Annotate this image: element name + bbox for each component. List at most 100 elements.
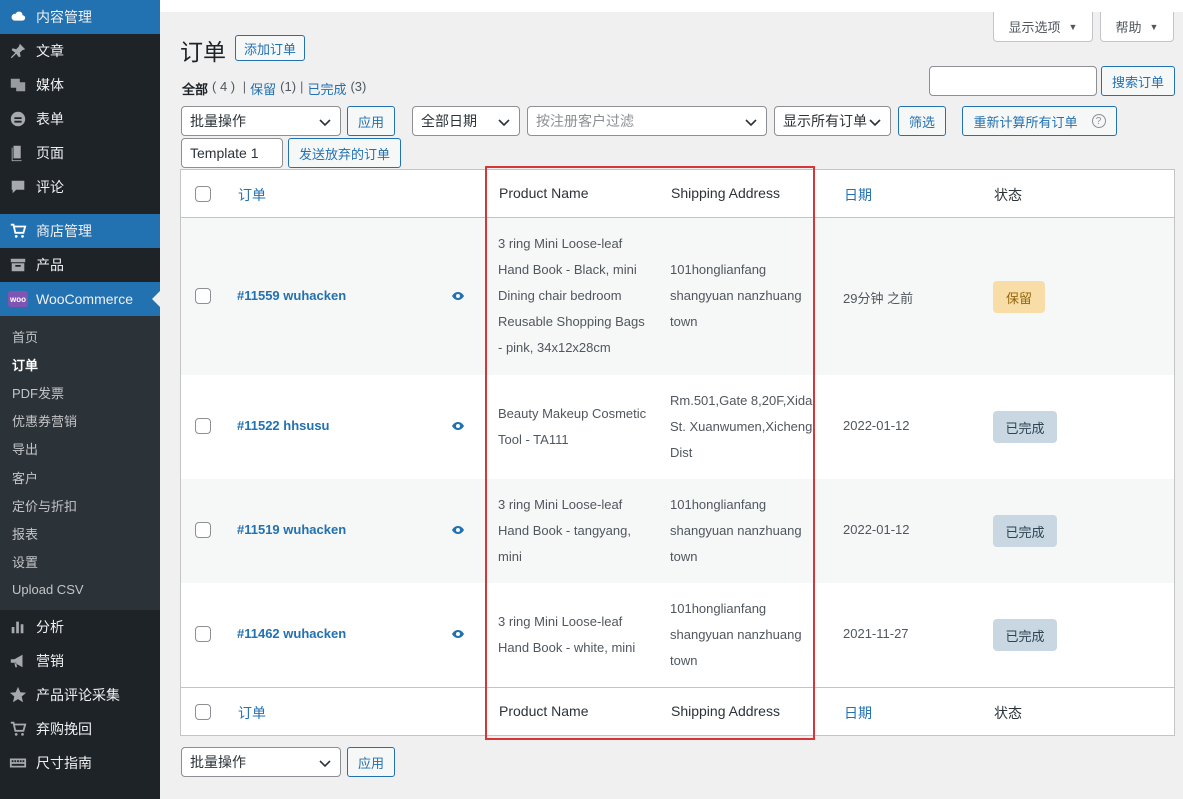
send-abandoned-orders-button[interactable]: 发送放弃的订单 — [288, 138, 401, 168]
product-names: 3 ring Mini Loose-leaf Hand Book - Black… — [498, 236, 645, 355]
row-checkbox[interactable] — [195, 418, 211, 434]
submenu-item-upload-csv[interactable]: Upload CSV — [0, 576, 160, 604]
filter-completed[interactable]: 已完成 — [307, 79, 346, 98]
sidebar-item-pages[interactable]: 页面 — [0, 136, 160, 170]
page-title: 订单 — [180, 39, 226, 65]
archive-icon — [8, 255, 28, 275]
sidebar-item-label: 弃购挽回 — [36, 720, 92, 737]
sidebar-item-reviews[interactable]: 产品评论采集 — [0, 678, 160, 712]
sidebar-item-marketing[interactable]: 营销 — [0, 644, 160, 678]
filter-on-hold-count: (1) — [280, 79, 297, 94]
date-filter-select[interactable]: 全部日期 — [412, 106, 520, 136]
shipping-address: 101honglianfang shangyuan nanzhuang town — [670, 262, 802, 329]
add-order-button[interactable]: 添加订单 — [235, 35, 305, 61]
row-checkbox[interactable] — [195, 288, 211, 304]
submenu-item-home[interactable]: 首页 — [0, 322, 160, 350]
submenu-item-reports[interactable]: 报表 — [0, 519, 160, 547]
table-footer: 订单 Product Name Shipping Address 日期 状态 — [181, 687, 1174, 735]
submenu-item-export[interactable]: 导出 — [0, 435, 160, 463]
order-link[interactable]: #11559 wuhacken — [237, 288, 346, 303]
sidebar-item-posts[interactable]: 文章 — [0, 34, 160, 68]
media-icon — [8, 75, 28, 95]
top-strip — [160, 0, 1183, 12]
table-row[interactable]: #11519 wuhacken 3 ring Mini Loose-leaf H… — [181, 479, 1174, 583]
customer-filter-select[interactable]: 按注册客户过滤 — [527, 106, 767, 136]
filter-all-count: ( 4 ) — [212, 79, 236, 94]
sidebar-item-analytics[interactable]: 分析 — [0, 610, 160, 644]
select-all-checkbox[interactable] — [195, 186, 211, 202]
bulk-actions-select[interactable]: 批量操作 — [181, 106, 341, 136]
admin-sidebar: 内容管理 文章 媒体 表单 页面 评论 商店管理 产品 woo WooComme… — [0, 0, 160, 799]
sidebar-item-comments[interactable]: 评论 — [0, 170, 160, 204]
sidebar-item-abandoned-cart[interactable]: 弃购挽回 — [0, 712, 160, 746]
chevron-down-icon — [868, 115, 882, 129]
bulk-actions-select-bottom[interactable]: 批量操作 — [181, 747, 341, 777]
submenu-item-settings[interactable]: 设置 — [0, 548, 160, 576]
filter-on-hold[interactable]: 保留 — [250, 79, 276, 98]
separator: | — [239, 79, 247, 94]
apply-button-bottom[interactable]: 应用 — [347, 747, 395, 777]
order-date: 2022-01-12 — [843, 522, 910, 537]
apply-button[interactable]: 应用 — [347, 106, 395, 136]
row-checkbox[interactable] — [195, 626, 211, 642]
sidebar-item-woocommerce[interactable]: woo WooCommerce — [0, 282, 160, 316]
column-footer-date[interactable]: 日期 — [844, 703, 872, 723]
order-link[interactable]: #11519 wuhacken — [237, 522, 346, 537]
preview-eye-icon[interactable] — [451, 523, 465, 537]
sidebar-item-label: 营销 — [36, 652, 64, 669]
column-footer-order[interactable]: 订单 — [238, 703, 266, 723]
sidebar-item-label: 页面 — [36, 145, 64, 161]
column-header-shipping: Shipping Address — [671, 185, 780, 201]
select-all-checkbox[interactable] — [195, 704, 211, 720]
woocommerce-submenu: 首页 订单 PDF发票 优惠券营销 导出 客户 定价与折扣 报表 设置 Uplo… — [0, 316, 160, 610]
table-row[interactable]: #11559 wuhacken 3 ring Mini Loose-leaf H… — [181, 218, 1174, 375]
submenu-item-pricing[interactable]: 定价与折扣 — [0, 491, 160, 519]
shipping-address: Rm.501,Gate 8,20F,Xida St. Xuanwumen,Xic… — [670, 393, 813, 460]
column-footer-status: 状态 — [994, 705, 1022, 721]
product-names: 3 ring Mini Loose-leaf Hand Book - tangy… — [498, 497, 631, 564]
sidebar-item-label: 尺寸指南 — [36, 754, 92, 771]
template-select[interactable]: Template 1 — [181, 138, 283, 168]
keyboard-icon — [8, 753, 28, 773]
submenu-item-pdf-invoice[interactable]: PDF发票 — [0, 378, 160, 406]
submenu-item-coupons[interactable]: 优惠券营销 — [0, 407, 160, 435]
sidebar-item-size-guide[interactable]: 尺寸指南 — [0, 746, 160, 780]
caret-down-icon: ▼ — [1068, 21, 1078, 32]
sidebar-item-store[interactable]: 商店管理 — [0, 214, 160, 248]
preview-eye-icon[interactable] — [451, 627, 465, 641]
filter-completed-count: (3) — [350, 79, 367, 94]
status-badge: 保留 — [993, 281, 1045, 313]
column-header-order[interactable]: 订单 — [238, 185, 266, 205]
sidebar-item-label: 商店管理 — [36, 223, 92, 239]
help-icon[interactable]: ? — [1091, 114, 1106, 128]
submenu-item-orders[interactable]: 订单 — [0, 350, 160, 378]
sidebar-item-media[interactable]: 媒体 — [0, 68, 160, 102]
status-filter-nav: 全部 ( 4 ) | 保留 (1) | 已完成 (3) — [182, 79, 366, 98]
filter-button[interactable]: 筛选 — [898, 106, 946, 136]
form-icon — [8, 109, 28, 129]
preview-eye-icon[interactable] — [451, 289, 465, 303]
help-button[interactable]: 帮助 ▼ — [1100, 12, 1174, 42]
order-link[interactable]: #11462 wuhacken — [237, 626, 346, 641]
search-input[interactable] — [929, 66, 1097, 96]
filter-all[interactable]: 全部 — [182, 79, 208, 98]
chevron-down-icon — [497, 115, 511, 129]
table-row[interactable]: #11462 wuhacken 3 ring Mini Loose-leaf H… — [181, 583, 1174, 687]
shipping-address: 101honglianfang shangyuan nanzhuang town — [670, 601, 802, 668]
preview-eye-icon[interactable] — [451, 419, 465, 433]
recalculate-orders-button[interactable]: 重新计算所有订单? — [962, 106, 1117, 136]
order-link[interactable]: #11522 hhsusu — [237, 418, 330, 433]
order-date: 2022-01-12 — [843, 418, 910, 433]
table-row[interactable]: #11522 hhsusu Beauty Makeup Cosmetic Too… — [181, 375, 1174, 479]
row-checkbox[interactable] — [195, 522, 211, 538]
sidebar-item-forms[interactable]: 表单 — [0, 102, 160, 136]
column-header-date[interactable]: 日期 — [844, 185, 872, 205]
submenu-item-customers[interactable]: 客户 — [0, 463, 160, 491]
screen-options-button[interactable]: 显示选项 ▼ — [993, 12, 1093, 42]
sidebar-item-label: 产品评论采集 — [36, 686, 120, 703]
search-orders-button[interactable]: 搜索订单 — [1101, 66, 1175, 96]
show-orders-select[interactable]: 显示所有订单 — [774, 106, 891, 136]
sidebar-item-products[interactable]: 产品 — [0, 248, 160, 282]
page-icon — [8, 143, 28, 163]
sidebar-item-content[interactable]: 内容管理 — [0, 0, 160, 34]
